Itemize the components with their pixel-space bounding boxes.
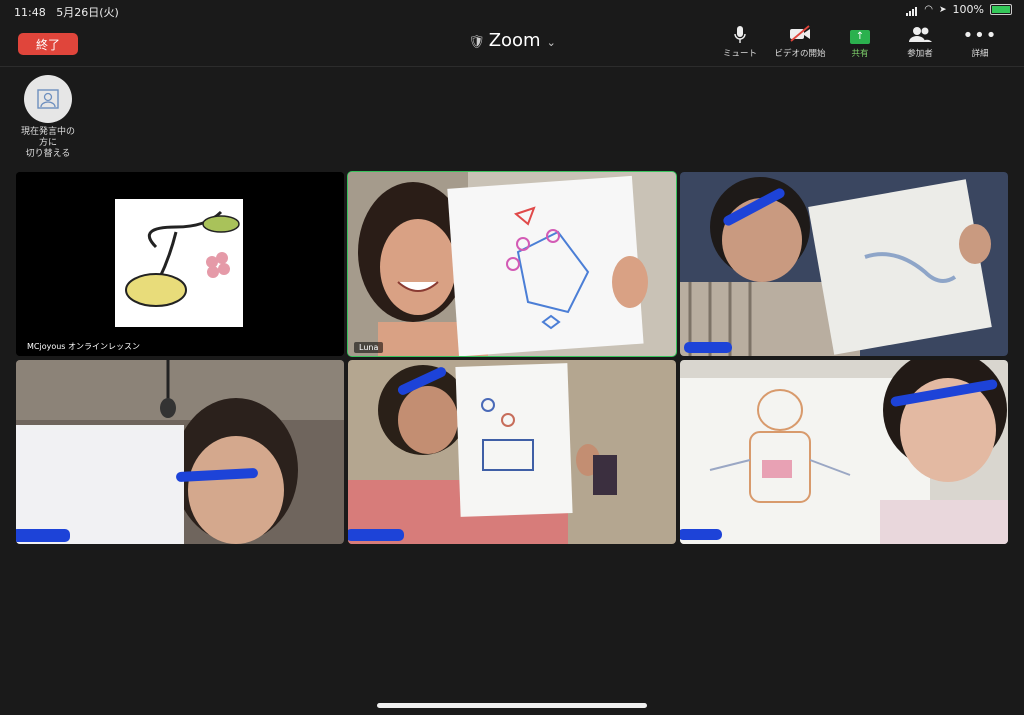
location-icon: ➤ — [939, 4, 947, 15]
status-bar: 11:48 5月26日(火) ◠ ➤ 100% — [0, 0, 1024, 22]
microphone-icon — [710, 25, 770, 47]
logo-image — [16, 172, 344, 356]
video-tile-participant-5[interactable] — [348, 360, 676, 544]
more-button[interactable]: ••• 詳細 — [950, 25, 1010, 59]
status-time-date: 11:48 5月26日(火) — [14, 4, 119, 20]
participant-video — [16, 360, 344, 544]
video-off-icon — [770, 25, 830, 47]
mute-label: ミュート — [722, 49, 757, 59]
meeting-toolbar: 終了 🛡 Zoom ⌄ ミュート ビデオの開始 ↑ 共有 参加者 ••• 詳細 — [0, 22, 1024, 67]
participant-video — [348, 172, 676, 356]
toolbar-tools: ミュート ビデオの開始 ↑ 共有 参加者 ••• 詳細 — [710, 25, 1010, 59]
status-right: ◠ ➤ 100% — [906, 3, 1012, 16]
participant-video — [680, 172, 1008, 356]
video-tile-participant-6[interactable] — [680, 360, 1008, 544]
switch-to-speaker-view-button[interactable]: 現在発言中の 方に 切り替える — [8, 75, 88, 160]
participant-name: MCjoyous オンラインレッスン — [22, 340, 146, 353]
switch-view-label-line2: 方に — [38, 138, 57, 148]
video-tile-host[interactable]: MCjoyous オンラインレッスン — [16, 172, 344, 356]
chevron-down-icon: ⌄ — [546, 36, 556, 49]
switch-view-label: 現在発言中の 方に 切り替える — [8, 127, 88, 160]
switch-view-label-line1: 現在発言中の — [20, 127, 75, 137]
speaker-view-icon — [24, 75, 72, 123]
more-label: 詳細 — [971, 49, 989, 59]
name-redaction — [680, 529, 722, 540]
share-screen-icon: ↑ — [830, 25, 890, 47]
status-time: 11:48 — [14, 6, 46, 19]
name-redaction — [348, 529, 404, 541]
participants-button[interactable]: 参加者 — [890, 25, 950, 59]
status-date: 5月26日(火) — [56, 6, 119, 19]
name-redaction — [16, 529, 70, 542]
battery-percent: 100% — [952, 3, 984, 16]
video-tile-participant-4[interactable] — [16, 360, 344, 544]
name-redaction — [684, 342, 732, 353]
home-indicator[interactable] — [377, 703, 647, 708]
video-tile-participant-3[interactable] — [680, 172, 1008, 356]
battery-icon — [990, 4, 1012, 15]
wifi-icon: ◠ — [924, 4, 933, 15]
participants-label: 参加者 — [907, 49, 933, 59]
cellular-icon — [906, 3, 918, 16]
participants-icon — [890, 25, 950, 47]
start-video-label: ビデオの開始 — [774, 49, 826, 59]
share-button[interactable]: ↑ 共有 — [830, 25, 890, 59]
video-tile-active-speaker[interactable]: Luna — [347, 171, 677, 357]
start-video-button[interactable]: ビデオの開始 — [770, 25, 830, 59]
share-label: 共有 — [851, 49, 869, 59]
meeting-title-text: Zoom — [488, 30, 541, 51]
more-icon: ••• — [962, 25, 998, 46]
participant-name: Luna — [354, 342, 384, 353]
mute-button[interactable]: ミュート — [710, 25, 770, 59]
switch-view-label-line3: 切り替える — [25, 149, 71, 159]
shield-icon: 🛡 — [468, 35, 485, 50]
